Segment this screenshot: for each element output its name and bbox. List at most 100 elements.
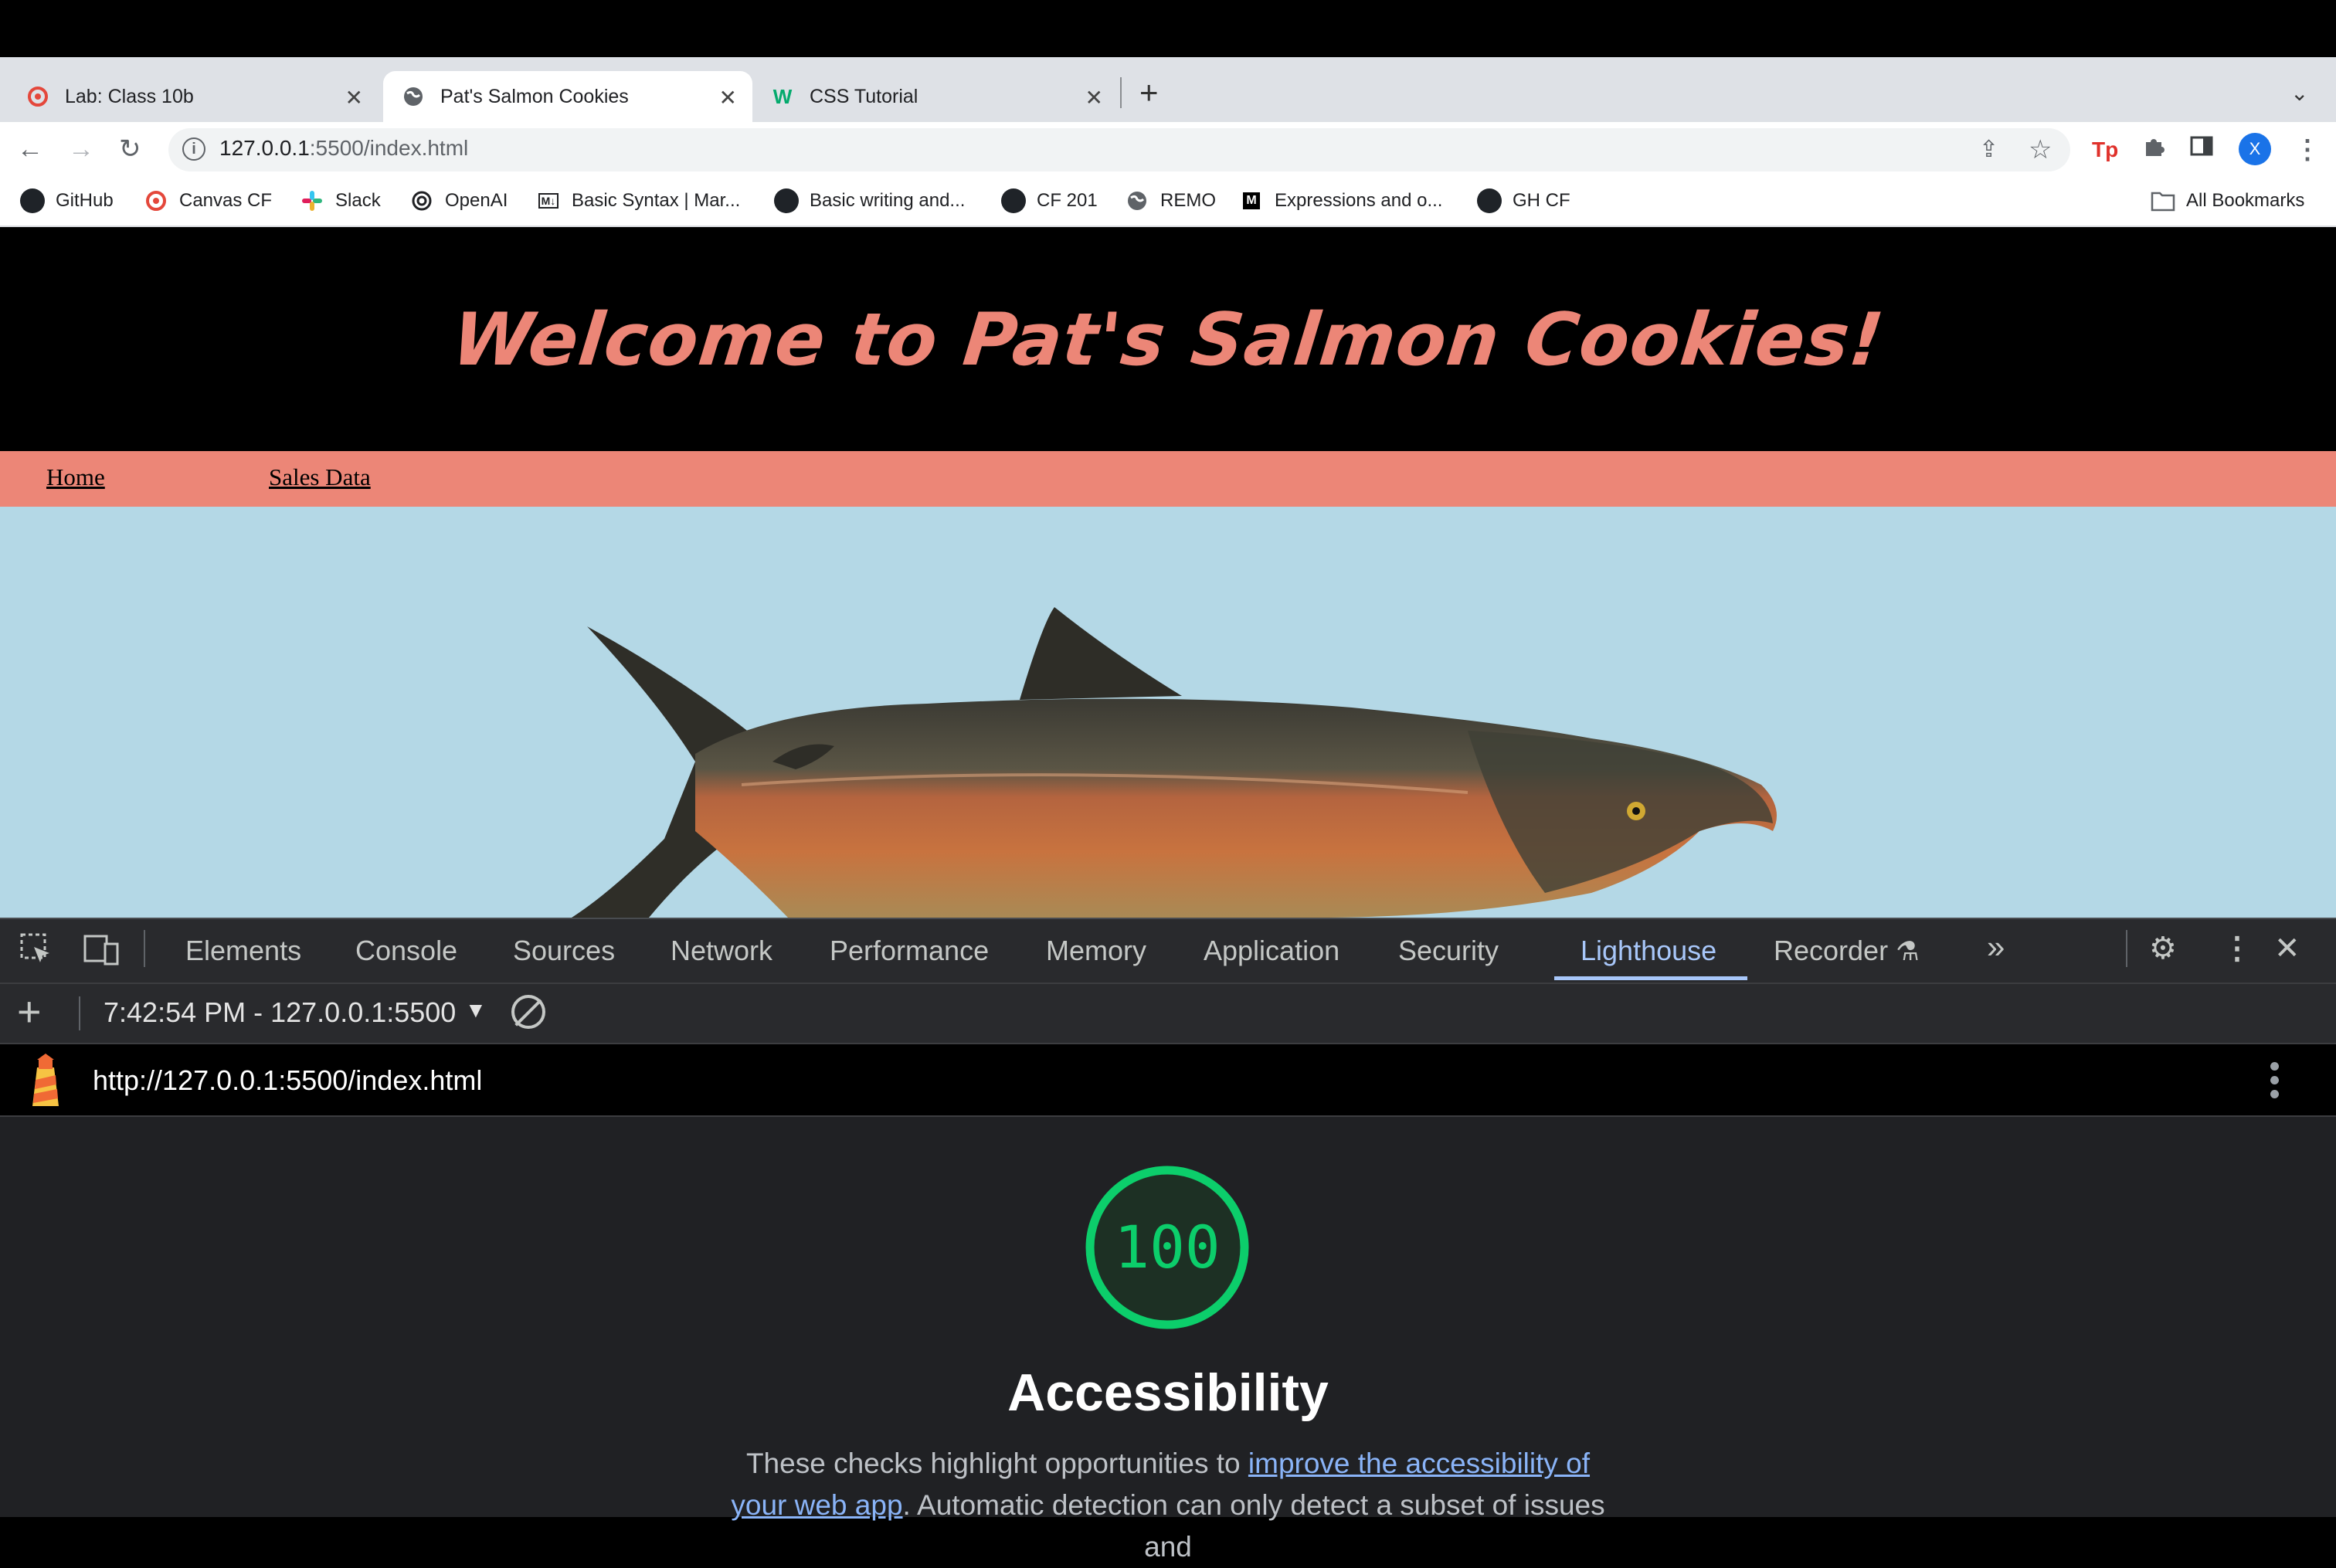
bookmark-label: Canvas CF <box>179 190 273 211</box>
tab-security[interactable]: Security <box>1398 935 1499 967</box>
more-tabs-icon[interactable]: » <box>1987 928 2005 966</box>
new-tab-button[interactable]: + <box>1139 74 1159 111</box>
bookmark-item[interactable]: CF 201 <box>1001 188 1098 213</box>
tab-sources[interactable]: Sources <box>513 935 615 967</box>
caret-down-icon[interactable]: ▼ <box>465 998 487 1023</box>
report-url: http://127.0.0.1:5500/index.html <box>93 1064 483 1096</box>
bookmark-item[interactable]: M Expressions and o... <box>1239 188 1442 213</box>
tab-network[interactable]: Network <box>671 935 772 967</box>
github-icon <box>20 188 45 213</box>
w3schools-icon: W <box>772 84 793 108</box>
bookmark-label: Basic writing and... <box>810 190 966 211</box>
new-report-icon[interactable]: + <box>17 989 42 1035</box>
close-tab-icon[interactable]: ✕ <box>1085 85 1103 110</box>
github-icon <box>1477 188 1502 213</box>
site-main <box>0 507 2336 918</box>
canvas-icon <box>144 188 168 213</box>
bookmark-label: REMO <box>1160 190 1216 211</box>
side-panel-icon[interactable] <box>2189 133 2214 167</box>
tab-title: Lab: Class 10b <box>65 85 194 107</box>
tab-performance[interactable]: Performance <box>830 935 989 967</box>
openai-icon <box>409 188 434 213</box>
github-icon <box>774 188 799 213</box>
globe-icon <box>402 85 425 108</box>
tab-salmon-cookies[interactable]: Pat's Salmon Cookies ✕ <box>383 71 752 122</box>
salmon-image <box>572 607 1777 918</box>
tab-lab-class[interactable]: Lab: Class 10b ✕ <box>0 71 379 122</box>
bookmark-item[interactable]: GitHub <box>20 188 114 213</box>
nav-link-home[interactable]: Home <box>46 463 105 491</box>
tab-lighthouse[interactable]: Lighthouse <box>1581 935 1716 967</box>
clear-reports-icon[interactable] <box>511 995 545 1029</box>
settings-gear-icon[interactable]: ⚙ <box>2149 932 2177 966</box>
tab-css-tutorial[interactable]: W CSS Tutorial ✕ <box>757 71 1119 122</box>
tab-recorder[interactable]: Recorder ⚗ <box>1774 935 1920 967</box>
close-tab-icon[interactable]: ✕ <box>345 85 363 110</box>
github-icon <box>1001 188 1026 213</box>
devtools-menu-icon[interactable]: ⋮ <box>2222 932 2253 966</box>
bookmark-item[interactable]: GH CF <box>1477 188 1570 213</box>
tab-divider <box>1120 77 1122 108</box>
bookmark-item[interactable]: Slack <box>300 188 381 213</box>
profile-avatar[interactable]: X <box>2239 133 2271 165</box>
report-selector[interactable]: 7:42:54 PM - 127.0.0.1:5500 <box>104 996 456 1029</box>
inspect-element-icon[interactable] <box>19 932 54 974</box>
tab-search-chevron-icon[interactable]: ⌄ <box>2290 80 2308 106</box>
device-toolbar-icon[interactable] <box>82 932 121 974</box>
bookmark-star-icon[interactable]: ☆ <box>2029 133 2052 167</box>
browser-menu-icon[interactable]: ⋮ <box>2294 133 2321 167</box>
bookmark-label: Slack <box>335 190 381 211</box>
markdown-icon: M↓ <box>536 188 561 213</box>
toolbar-divider <box>79 996 80 1030</box>
tab-recorder-label: Recorder <box>1774 935 1889 966</box>
tab-title: Pat's Salmon Cookies <box>440 85 629 107</box>
canvas-icon <box>26 85 49 108</box>
tab-console[interactable]: Console <box>355 935 457 967</box>
bookmark-label: OpenAI <box>445 190 508 211</box>
address-url[interactable]: 127.0.0.1:5500/index.html <box>219 136 468 161</box>
page-title: Welcome to Pat's Salmon Cookies! <box>448 297 1888 382</box>
bookmark-item[interactable]: M↓ Basic Syntax | Mar... <box>536 188 740 213</box>
bookmark-label: GH CF <box>1513 190 1570 211</box>
tab-elements[interactable]: Elements <box>185 935 301 967</box>
bookmark-item[interactable]: Canvas CF <box>144 188 272 213</box>
folder-icon <box>2151 188 2175 213</box>
bookmark-item[interactable]: OpenAI <box>409 188 508 213</box>
extensions-puzzle-icon[interactable] <box>2141 133 2168 168</box>
mdn-icon: M <box>1239 188 1264 213</box>
bookmark-item[interactable]: Basic writing and... <box>774 188 965 213</box>
category-title: Accessibility <box>1007 1363 1329 1422</box>
extension-tp-icon[interactable]: Tp <box>2092 133 2118 167</box>
all-bookmarks[interactable]: All Bookmarks <box>2151 188 2304 213</box>
description-text: . Automatic detection can only detect a … <box>902 1489 1605 1563</box>
flask-icon: ⚗ <box>1896 937 1920 966</box>
bookmark-item[interactable]: REMO <box>1125 188 1216 213</box>
site-header: Welcome to Pat's Salmon Cookies! <box>0 229 2336 451</box>
category-description: These checks highlight opportunities to … <box>718 1443 1618 1568</box>
reload-icon[interactable]: ↻ <box>119 131 141 167</box>
tab-title: CSS Tutorial <box>810 85 918 107</box>
back-arrow-icon[interactable]: ← <box>17 131 43 167</box>
share-icon[interactable]: ⇪ <box>1979 133 1998 167</box>
nav-link-sales-data[interactable]: Sales Data <box>269 463 371 491</box>
site-info-icon[interactable]: i <box>182 137 205 161</box>
screen-top-bar <box>0 0 2336 57</box>
globe-icon <box>1125 188 1149 213</box>
slack-icon <box>300 188 324 213</box>
bookmark-label: Basic Syntax | Mar... <box>572 190 741 211</box>
active-tab-indicator <box>1554 976 1747 980</box>
bookmark-label: All Bookmarks <box>2186 190 2305 211</box>
bookmark-label: CF 201 <box>1037 190 1098 211</box>
tab-memory[interactable]: Memory <box>1046 935 1146 967</box>
report-menu-icon[interactable] <box>2268 1060 2280 1103</box>
lighthouse-logo-icon <box>32 1054 59 1106</box>
devtools-divider <box>2126 930 2127 967</box>
devtools-tabbar <box>0 918 2336 983</box>
tab-application[interactable]: Application <box>1204 935 1339 967</box>
forward-arrow-icon[interactable]: → <box>68 131 94 167</box>
devtools-divider <box>144 930 145 967</box>
close-tab-icon[interactable]: ✕ <box>719 85 737 110</box>
bookmark-label: Expressions and o... <box>1275 190 1443 211</box>
bookmark-label: GitHub <box>56 190 114 211</box>
close-devtools-icon[interactable]: ✕ <box>2274 932 2300 966</box>
